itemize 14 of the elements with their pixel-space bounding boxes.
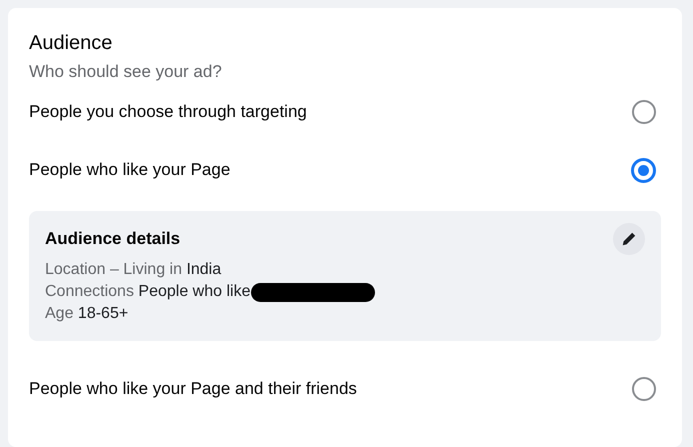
radio-button[interactable] <box>631 158 656 182</box>
option-label: People who like your Page and their friends <box>29 379 357 399</box>
option-label: People you choose through targeting <box>29 102 307 122</box>
edit-button[interactable] <box>613 223 645 255</box>
detail-text: Age 18-65+ <box>45 305 128 323</box>
pencil-icon <box>621 231 637 247</box>
detail-text: Location – Living in India <box>45 261 222 279</box>
section-subtitle: Who should see your ad? <box>29 61 223 83</box>
section-title: Audience <box>29 31 114 55</box>
details-title: Audience details <box>45 229 180 249</box>
detail-text: Connections People who like <box>45 283 250 301</box>
radio-button[interactable] <box>632 377 656 401</box>
option-label: People who like your Page <box>29 160 230 180</box>
radio-button[interactable] <box>632 100 656 124</box>
